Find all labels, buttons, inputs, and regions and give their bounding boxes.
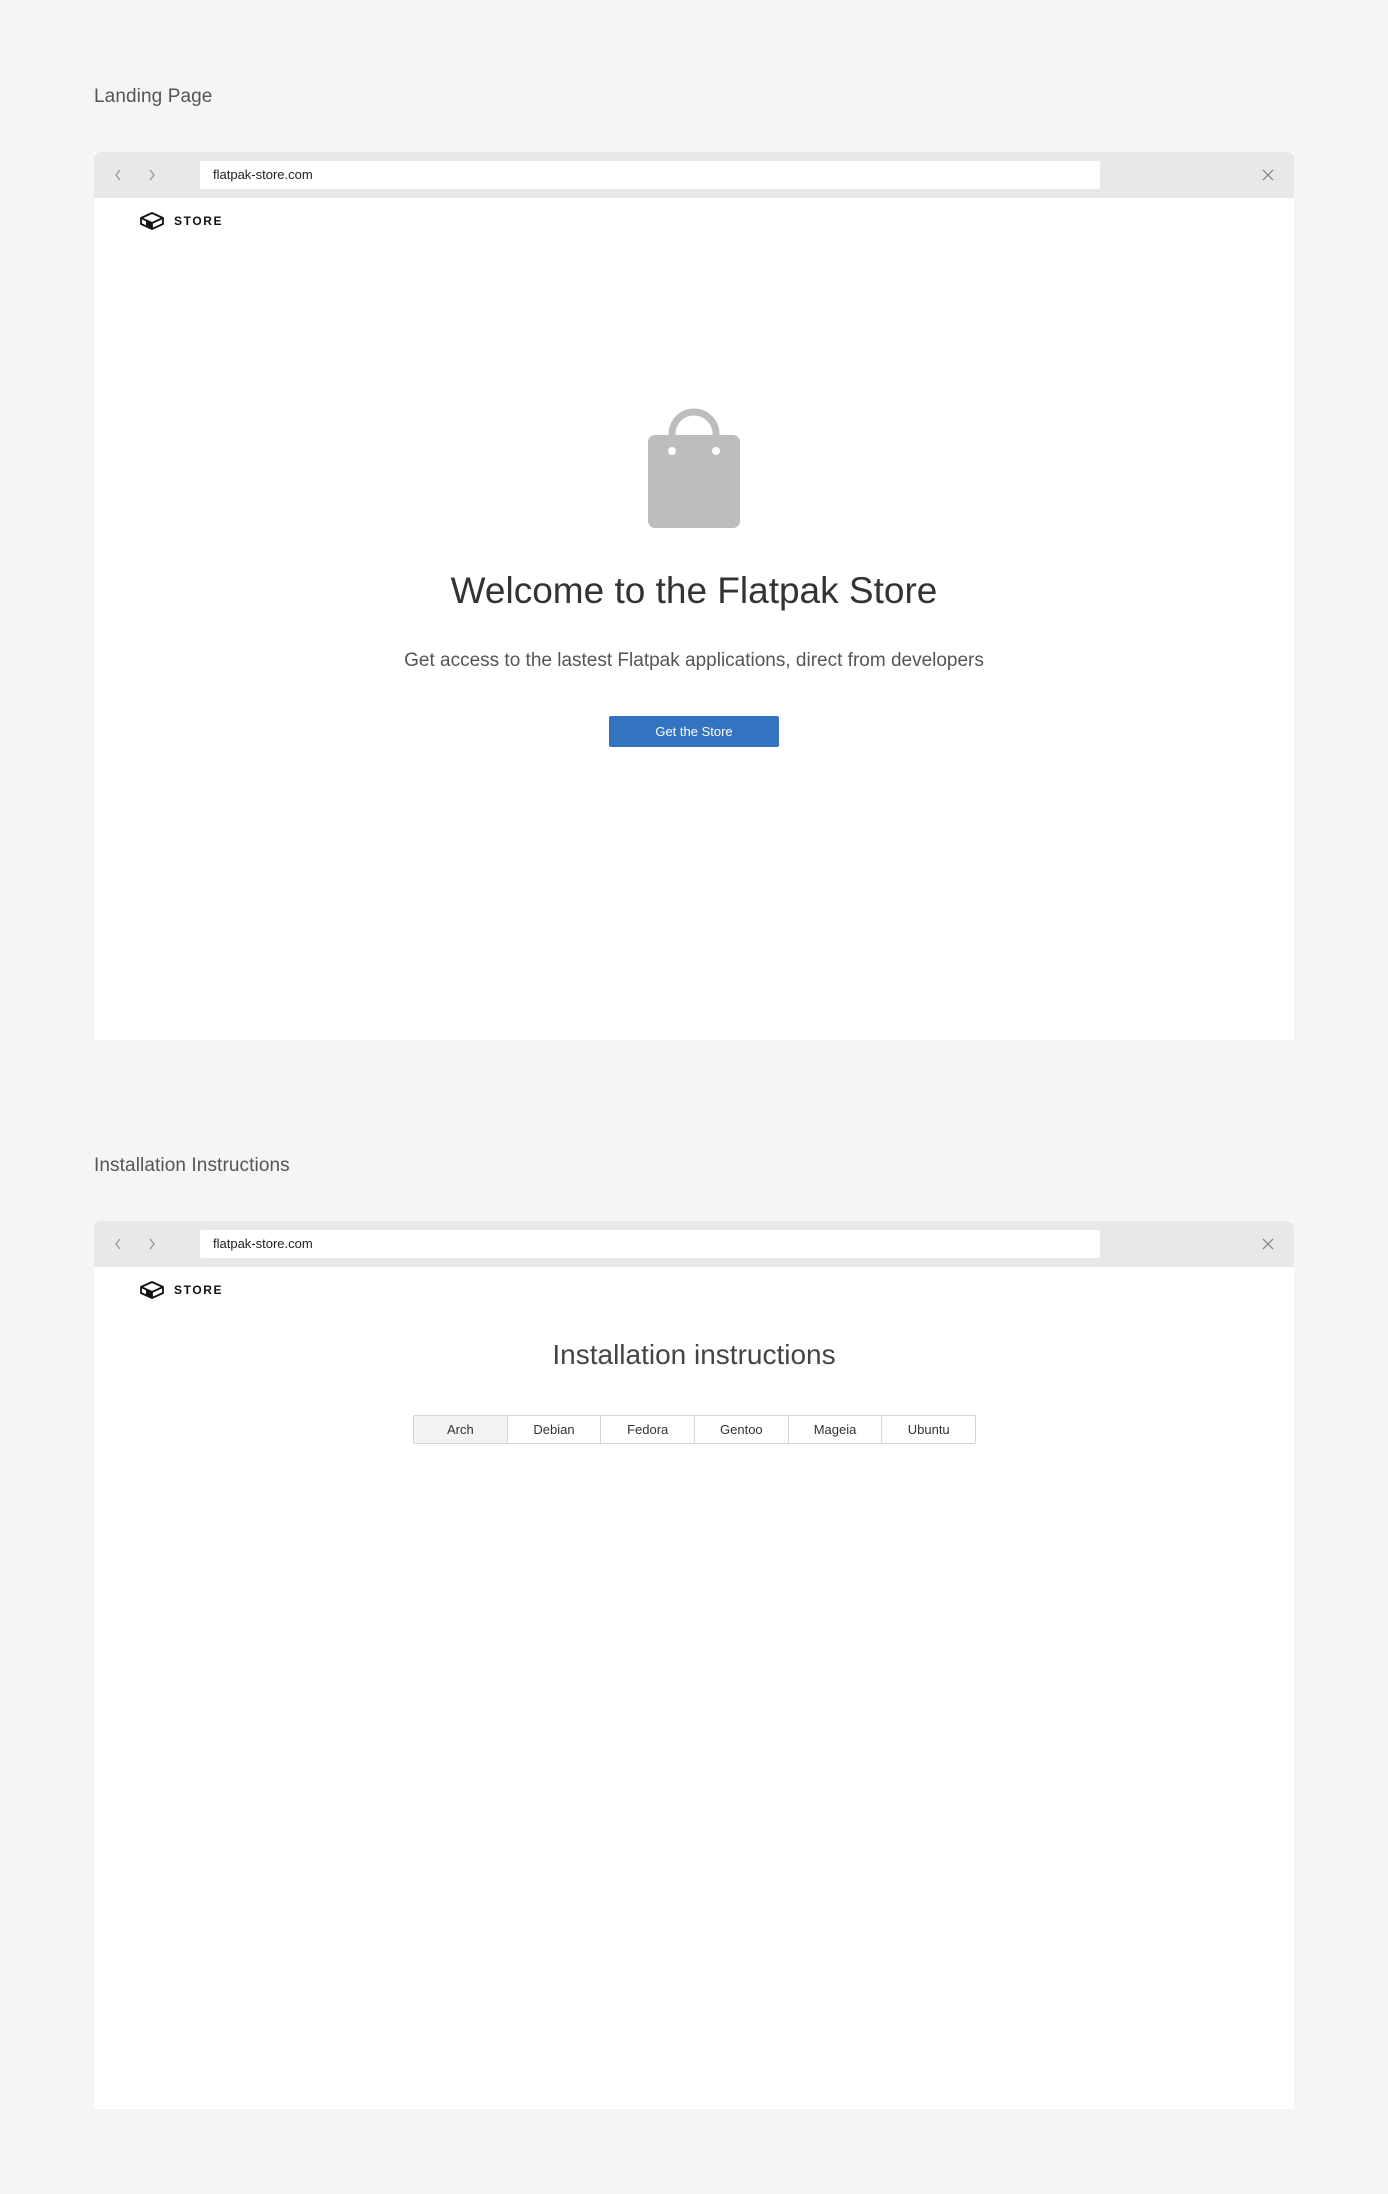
tab-arch[interactable]: Arch xyxy=(414,1416,508,1443)
address-bar[interactable]: flatpak-store.com xyxy=(200,1230,1100,1258)
get-the-store-button[interactable]: Get the Store xyxy=(609,716,779,747)
chevron-right-icon xyxy=(149,1238,155,1250)
tab-debian[interactable]: Debian xyxy=(508,1416,602,1443)
close-button[interactable] xyxy=(1258,1234,1278,1254)
chevron-left-icon xyxy=(115,1238,121,1250)
welcome-subtitle: Get access to the lastest Flatpak applic… xyxy=(404,650,984,671)
close-icon xyxy=(1262,1238,1274,1250)
site-logo-text: STORE xyxy=(174,214,224,228)
section-label-installation: Installation Instructions xyxy=(94,1155,290,1176)
browser-toolbar: flatpak-store.com xyxy=(94,1221,1294,1267)
shopping-bag-icon xyxy=(648,408,740,528)
tab-fedora[interactable]: Fedora xyxy=(601,1416,696,1443)
site-logo[interactable]: STORE xyxy=(140,1281,223,1299)
chevron-right-icon xyxy=(149,169,155,181)
flatpak-logo-icon xyxy=(140,1281,164,1299)
browser-window-installation: flatpak-store.com STORE Installation ins… xyxy=(94,1221,1294,2109)
chevron-left-icon xyxy=(115,169,121,181)
tab-mageia[interactable]: Mageia xyxy=(789,1416,883,1443)
tab-gentoo[interactable]: Gentoo xyxy=(695,1416,789,1443)
back-button[interactable] xyxy=(108,1234,128,1254)
section-label-landing: Landing Page xyxy=(94,86,213,107)
close-icon xyxy=(1262,169,1274,181)
address-bar[interactable]: flatpak-store.com xyxy=(200,161,1100,189)
flatpak-logo-icon xyxy=(140,212,164,230)
site-logo[interactable]: STORE xyxy=(140,212,223,230)
forward-button[interactable] xyxy=(142,165,162,185)
installation-title: Installation instructions xyxy=(552,1339,836,1370)
close-button[interactable] xyxy=(1258,165,1278,185)
tab-ubuntu[interactable]: Ubuntu xyxy=(882,1416,975,1443)
back-button[interactable] xyxy=(108,165,128,185)
browser-window-landing: flatpak-store.com STORE Welcome to the F… xyxy=(94,152,1294,1040)
forward-button[interactable] xyxy=(142,1234,162,1254)
site-logo-text: STORE xyxy=(174,1283,224,1297)
welcome-title: Welcome to the Flatpak Store xyxy=(450,570,938,611)
distro-tabs: Arch Debian Fedora Gentoo Mageia Ubuntu xyxy=(413,1415,976,1444)
browser-toolbar: flatpak-store.com xyxy=(94,152,1294,198)
